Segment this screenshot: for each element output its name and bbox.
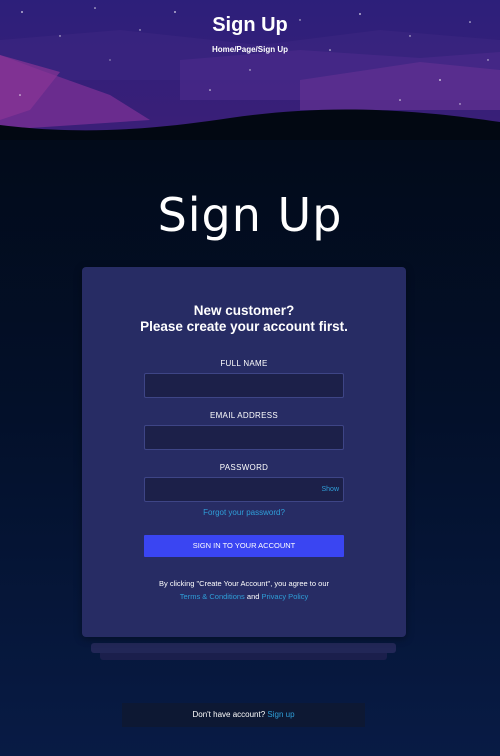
- terms-link[interactable]: Terms & Conditions: [180, 592, 245, 601]
- hero-title: Sign Up: [212, 14, 288, 36]
- heading-line-2: Please create your account first.: [140, 319, 348, 334]
- full-name-label: FULL NAME: [220, 359, 268, 368]
- hero-banner: Sign Up Home/Page/Sign Up: [0, 0, 500, 140]
- form-heading: New customer? Please create your account…: [82, 303, 406, 335]
- card-stack-shadow: [91, 643, 396, 653]
- email-label: EMAIL ADDRESS: [209, 411, 279, 420]
- legal-notice: By clicking "Create Your Account", you a…: [82, 577, 406, 603]
- heading-line-1: New customer?: [193, 303, 295, 318]
- sign-in-button[interactable]: SIGN IN TO YOUR ACCOUNT: [144, 535, 344, 557]
- privacy-link[interactable]: Privacy Policy: [262, 592, 309, 601]
- full-name-input[interactable]: [144, 373, 344, 398]
- signup-link[interactable]: Sign up: [267, 710, 294, 719]
- signup-card: New customer? Please create your account…: [82, 267, 406, 637]
- legal-text: By clicking "Create Your Account", you a…: [158, 579, 329, 588]
- page-title: Sign Up: [157, 188, 343, 242]
- email-input[interactable]: [144, 425, 344, 450]
- signup-prompt-bar: Don't have account? Sign up: [122, 703, 365, 727]
- password-input[interactable]: Show: [144, 477, 344, 502]
- legal-and: and: [246, 592, 260, 601]
- forgot-password-link[interactable]: Forgot your password?: [82, 508, 406, 517]
- show-password-toggle[interactable]: Show: [321, 486, 339, 493]
- breadcrumb[interactable]: Home/Page/Sign Up: [0, 45, 500, 54]
- password-label: PASSWORD: [219, 463, 269, 472]
- signup-prompt-text: Don't have account?: [192, 710, 266, 719]
